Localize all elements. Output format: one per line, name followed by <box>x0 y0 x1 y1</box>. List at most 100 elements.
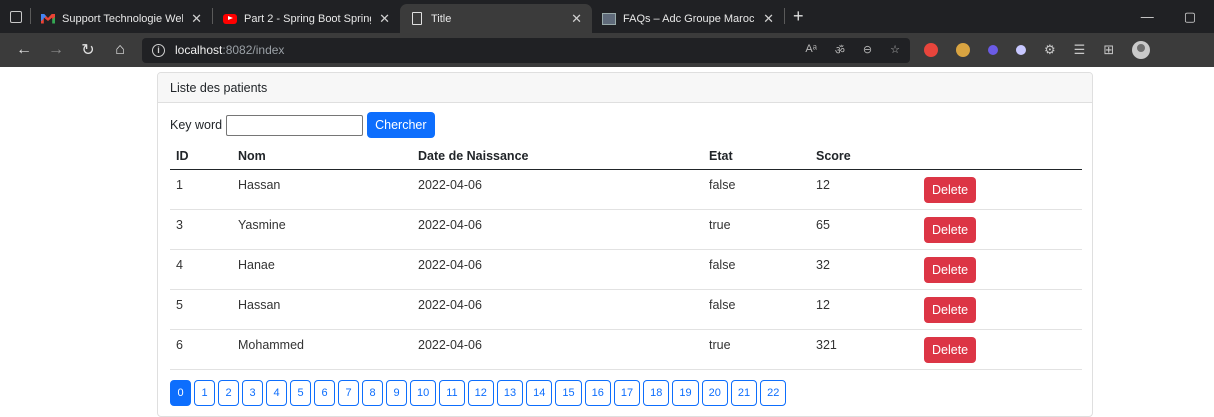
cell-etat: true <box>703 209 810 250</box>
cell-etat: false <box>703 289 810 330</box>
delete-button[interactable]: Delete <box>924 216 977 243</box>
cell-nom: Hassan <box>232 169 412 210</box>
cell-score: 32 <box>810 249 918 290</box>
cell-date: 2022-04-06 <box>412 329 703 370</box>
table-row: 5 Hassan 2022-04-06 false 12 Delete <box>170 289 1082 330</box>
cell-id: 1 <box>170 169 232 210</box>
page-link-9[interactable]: 9 <box>386 379 407 406</box>
tab-actions <box>0 0 31 33</box>
cell-actions: Delete <box>918 209 1082 250</box>
card-body: Key word Chercher ID Nom Date de Naissan… <box>158 112 1092 406</box>
table-header-row: ID Nom Date de Naissance Etat Score <box>170 144 1082 170</box>
cell-score: 65 <box>810 209 918 250</box>
page-link-2[interactable]: 2 <box>218 379 239 406</box>
page-link-5[interactable]: 5 <box>290 379 311 406</box>
table-row: 3 Yasmine 2022-04-06 true 65 Delete <box>170 209 1082 250</box>
extension-icon[interactable] <box>1016 45 1026 55</box>
page-link-19[interactable]: 19 <box>672 379 699 406</box>
page-link-11[interactable]: 11 <box>439 379 465 406</box>
cell-nom: Hassan <box>232 289 412 330</box>
patients-card: Liste des patients Key word Chercher ID … <box>157 72 1093 417</box>
page-link-15[interactable]: 15 <box>555 379 582 406</box>
address-bar[interactable]: i localhost:8082/index Aᵃ ॐ ⊖ ☆ <box>142 37 910 63</box>
table-row: 6 Mohammed 2022-04-06 true 321 Delete <box>170 329 1082 370</box>
cell-score: 321 <box>810 329 918 370</box>
column-header-id: ID <box>170 144 232 170</box>
tab-faqs-adc[interactable]: FAQs – Adc Groupe Maroc ✕ <box>592 4 784 33</box>
page-link-18[interactable]: 18 <box>643 379 670 406</box>
info-icon[interactable]: i <box>152 43 165 57</box>
collections-icon[interactable]: ⊞ <box>1103 42 1114 58</box>
cell-nom: Mohammed <box>232 329 412 370</box>
read-aloud-icon[interactable]: Aᵃ <box>805 43 816 58</box>
extension-icon[interactable] <box>988 45 998 55</box>
page-link-8[interactable]: 8 <box>362 379 383 406</box>
search-label: Key word <box>170 118 223 132</box>
favorite-icon[interactable]: ☆ <box>890 43 900 58</box>
page-link-4[interactable]: 4 <box>266 379 287 406</box>
new-tab-icon[interactable]: + <box>793 6 804 27</box>
delete-button[interactable]: Delete <box>924 176 977 203</box>
table-row: 4 Hanae 2022-04-06 false 32 Delete <box>170 249 1082 290</box>
cell-id: 5 <box>170 289 232 330</box>
close-icon[interactable]: ✕ <box>563 11 582 27</box>
page-link-21[interactable]: 21 <box>730 379 758 406</box>
tab-label: Support Technologie Web JEE : S <box>62 12 183 25</box>
cell-etat: false <box>703 169 810 210</box>
translate-icon[interactable]: ॐ <box>835 43 845 58</box>
cell-score: 12 <box>810 169 918 210</box>
reload-icon[interactable]: ↻ <box>72 40 104 60</box>
column-header-date: Date de Naissance <box>412 144 703 170</box>
page-link-14[interactable]: 14 <box>526 379 553 406</box>
column-header-etat: Etat <box>703 144 810 170</box>
close-icon[interactable]: ✕ <box>371 11 390 27</box>
page-link-17[interactable]: 17 <box>613 379 641 406</box>
url-path: :8082/index <box>222 43 285 57</box>
page-link-7[interactable]: 7 <box>338 379 359 406</box>
adc-icon <box>602 12 616 26</box>
column-header-score: Score <box>810 144 918 170</box>
tab-label: Title <box>431 12 452 25</box>
workspaces-icon[interactable] <box>10 10 22 23</box>
column-header-nom: Nom <box>232 144 412 170</box>
close-icon[interactable]: ✕ <box>755 11 774 27</box>
zoom-icon[interactable]: ⊖ <box>863 43 872 58</box>
restore-icon[interactable]: ▢ <box>1184 9 1196 25</box>
patients-table: ID Nom Date de Naissance Etat Score 1 Ha… <box>170 144 1082 370</box>
tab-title[interactable]: Title ✕ <box>400 4 592 33</box>
page-link-22[interactable]: 22 <box>760 379 787 406</box>
delete-button[interactable]: Delete <box>924 296 977 323</box>
extension-icon[interactable] <box>956 43 970 57</box>
keyword-input[interactable] <box>226 114 364 136</box>
page-link-16[interactable]: 16 <box>584 379 611 406</box>
profile-avatar[interactable] <box>1132 41 1151 59</box>
tab-strip: Support Technologie Web JEE : S ✕ Part 2… <box>0 0 1214 33</box>
back-icon[interactable]: ← <box>8 41 40 59</box>
minimize-icon[interactable]: — <box>1141 9 1154 24</box>
page-link-3[interactable]: 3 <box>242 379 263 406</box>
youtube-icon <box>223 12 237 26</box>
page-link-0[interactable]: 0 <box>170 379 191 406</box>
page-link-20[interactable]: 20 <box>701 379 728 406</box>
page-link-1[interactable]: 1 <box>194 379 215 406</box>
page-link-12[interactable]: 12 <box>467 379 494 406</box>
close-icon[interactable]: ✕ <box>183 11 202 27</box>
cell-actions: Delete <box>918 329 1082 370</box>
adblock-icon[interactable] <box>924 43 938 57</box>
tab-label: FAQs – Adc Groupe Maroc <box>623 12 755 25</box>
tab-label: Part 2 - Spring Boot Spring MVC <box>244 12 371 25</box>
favorites-icon[interactable]: ☰ <box>1074 42 1086 58</box>
extensions-icon[interactable]: ⚙ <box>1044 42 1056 58</box>
page-link-6[interactable]: 6 <box>314 379 335 406</box>
search-button[interactable]: Chercher <box>367 112 435 138</box>
pagination: 0 1 2 3 4 5 6 7 8 9 10 11 12 13 14 15 16 17 18 19 20 21 22 <box>170 379 1080 406</box>
home-icon[interactable]: ⌂ <box>104 41 136 59</box>
cell-date: 2022-04-06 <box>412 209 703 250</box>
forward-icon[interactable]: → <box>40 41 72 59</box>
page-link-10[interactable]: 10 <box>410 379 437 406</box>
tab-spring-boot[interactable]: Part 2 - Spring Boot Spring MVC ✕ <box>213 4 400 33</box>
page-link-13[interactable]: 13 <box>496 379 524 406</box>
delete-button[interactable]: Delete <box>924 256 977 283</box>
delete-button[interactable]: Delete <box>924 336 977 363</box>
tab-support-technologie[interactable]: Support Technologie Web JEE : S ✕ <box>31 4 212 33</box>
